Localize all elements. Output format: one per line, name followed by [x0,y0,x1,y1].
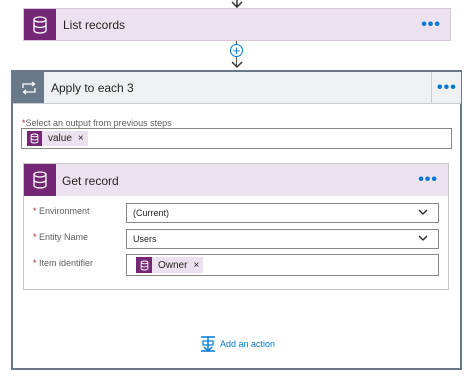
more-options-icon[interactable]: ••• [418,172,438,188]
chevron-down-icon [418,209,428,215]
add-action-label: Add an action [220,339,276,349]
apply-to-each-menu[interactable]: ••• [431,72,461,104]
value-token[interactable]: value × [27,131,88,146]
entity-name-value: Users [133,234,157,244]
loop-icon [13,72,44,103]
entity-name-label: * Entity Name [33,232,89,242]
item-identifier-input[interactable]: Owner × [126,254,439,276]
owner-token[interactable]: Owner × [136,257,204,273]
environment-value: (Current) [133,208,170,218]
database-icon [27,131,42,146]
database-icon [24,9,56,40]
add-action-button[interactable]: Add an action [200,336,275,352]
more-options-icon[interactable]: ••• [437,80,457,96]
select-output-label: *Select an output from previous steps [22,118,172,128]
list-records-title: List records [63,18,126,32]
required-asterisk: * [33,258,37,268]
apply-to-each-header[interactable]: Apply to each 3 [13,72,431,104]
remove-token-icon[interactable]: × [78,133,84,144]
arrow-down-icon [231,61,243,69]
remove-token-icon[interactable]: × [193,260,199,271]
add-action-icon [201,336,215,352]
apply-to-each-title: Apply to each 3 [51,81,134,95]
get-record-header[interactable]: Get record ••• [24,164,448,196]
get-record-title: Get record [62,174,119,188]
entity-name-dropdown[interactable]: Users [126,229,439,249]
database-icon [136,257,152,273]
owner-token-label: Owner [158,259,188,271]
insert-step-button[interactable]: + [230,44,243,57]
database-icon [24,164,56,196]
chevron-down-icon [418,235,428,241]
arrow-down-icon [231,0,243,8]
apply-to-each-container: Apply to each 3 ••• *Select an output fr… [11,70,462,370]
required-asterisk: * [33,206,37,216]
select-output-input[interactable]: value × [21,128,452,149]
more-options-icon[interactable]: ••• [421,17,441,33]
value-token-label: value [48,133,72,144]
item-identifier-label: * Item identifier [33,258,94,268]
required-asterisk: * [33,232,37,242]
list-records-card[interactable]: List records ••• [23,8,451,41]
environment-label: * Environment [33,206,90,216]
environment-dropdown[interactable]: (Current) [126,203,439,223]
